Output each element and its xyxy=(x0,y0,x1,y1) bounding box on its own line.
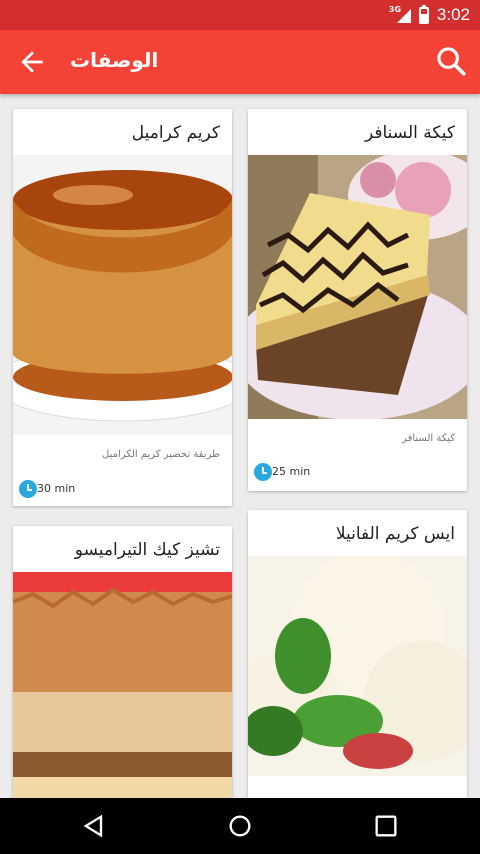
recipe-image xyxy=(13,572,232,810)
search-icon[interactable] xyxy=(434,44,468,78)
recipe-image xyxy=(248,556,467,776)
recipe-card[interactable]: كريم كراميل طريقة تحضير كريم الكراميل 30… xyxy=(13,109,232,506)
signal-icon: 3G xyxy=(389,5,411,25)
recipe-title: ايس كريم الفانيلا xyxy=(335,524,455,544)
back-arrow-icon[interactable] xyxy=(16,46,48,78)
recipe-image xyxy=(248,155,467,419)
recipe-time: 25 min xyxy=(272,465,311,478)
status-bar: 3G 3:02 xyxy=(0,0,480,30)
recents-nav-icon[interactable] xyxy=(372,812,400,840)
home-nav-icon[interactable] xyxy=(226,812,254,840)
recipe-card[interactable]: تشيز كيك التيراميسو xyxy=(13,526,232,810)
app-bar: الوصفات xyxy=(0,30,480,94)
status-icons: 3G 3:02 xyxy=(389,0,470,30)
recipe-card[interactable]: كيكة السنافر كيكة السنافر 25 min xyxy=(248,109,467,491)
recipe-title: تشيز كيك التيراميسو xyxy=(74,540,220,560)
back-nav-icon[interactable] xyxy=(80,812,108,840)
clock-icon xyxy=(254,463,272,481)
recipe-description: كيكة السنافر xyxy=(402,433,455,444)
status-time: 3:02 xyxy=(436,5,470,24)
recipe-time: 30 min xyxy=(37,482,76,495)
page-title: الوصفات xyxy=(70,48,159,72)
recipe-title: كيكة السنافر xyxy=(364,123,455,143)
recipe-description: طريقة تحضير كريم الكراميل xyxy=(102,449,220,460)
recipe-card[interactable]: ايس كريم الفانيلا xyxy=(248,510,467,810)
recipe-image xyxy=(13,155,232,435)
recipe-title: كريم كراميل xyxy=(131,123,220,143)
navigation-bar xyxy=(0,798,480,854)
battery-icon xyxy=(418,4,429,24)
clock-icon xyxy=(19,480,37,498)
